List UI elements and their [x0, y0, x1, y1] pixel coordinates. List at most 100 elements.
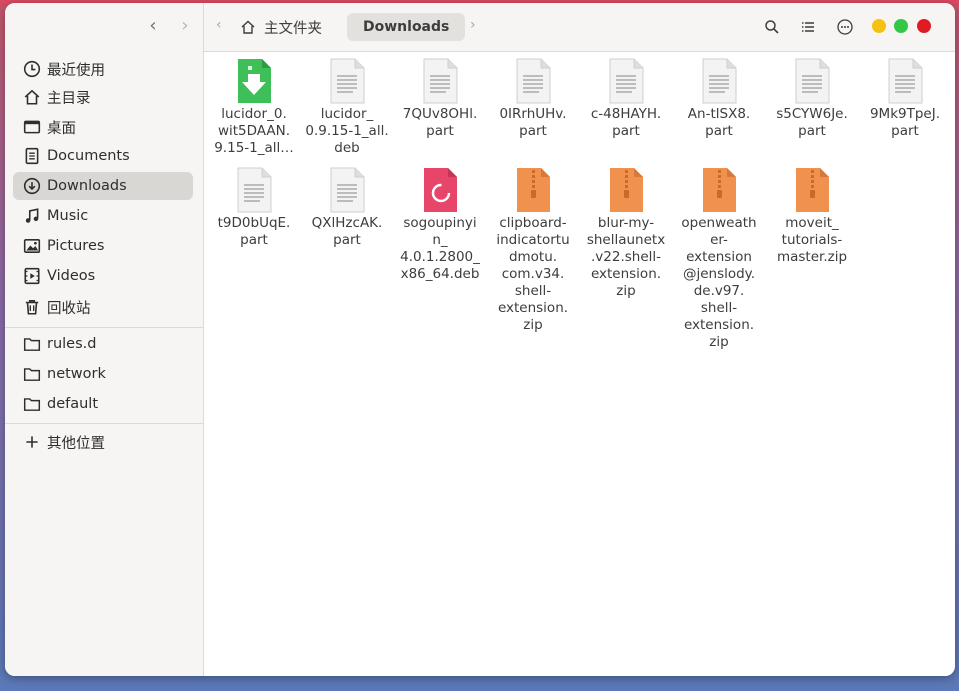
file-text-icon: [511, 56, 555, 104]
sidebar-item-label: Music: [47, 208, 89, 224]
file-zip-icon: [697, 165, 741, 213]
desktop-icon: [21, 117, 43, 137]
sidebar-item-home[interactable]: 主目录: [13, 83, 193, 111]
sidebar-item-videos[interactable]: Videos: [13, 262, 193, 290]
maximize-button[interactable]: [894, 19, 908, 33]
sidebar-item-label: Pictures: [47, 238, 105, 254]
document-icon: [21, 146, 43, 166]
file-item[interactable]: moveit_ tutorials- master.zip: [768, 165, 856, 266]
breadcrumb-home-label: 主文件夹: [264, 20, 322, 37]
file-item[interactable]: QXlHzcAK. part: [303, 165, 391, 249]
file-item[interactable]: 7QUv8OHl. part: [396, 56, 484, 140]
sidebar-divider: [5, 327, 203, 328]
minimize-button[interactable]: [872, 19, 886, 33]
sidebar-item-rules-d[interactable]: rules.d: [13, 330, 193, 358]
sidebar-item-label: 主目录: [47, 90, 91, 107]
sidebar-item-label: Downloads: [47, 178, 127, 194]
file-item[interactable]: clipboard- indicatortu dmotu. com.v34. s…: [489, 165, 577, 334]
view-toggle-button[interactable]: [796, 15, 820, 39]
file-item[interactable]: openweath er- extension @jenslody. de.v9…: [675, 165, 763, 351]
forward-button[interactable]: ›: [175, 15, 195, 37]
search-icon: [765, 20, 779, 34]
sidebar-item-label: 其他位置: [47, 435, 105, 452]
file-name: QXlHzcAK. part: [311, 215, 383, 248]
file-text-icon: [325, 56, 369, 104]
sidebar-header: ‹ ›: [5, 3, 203, 51]
sidebar-item-label: Documents: [47, 148, 130, 164]
file-name: 9Mk9TpeJ. part: [869, 106, 941, 139]
file-name: 7QUv8OHl. part: [402, 106, 478, 139]
list-view-icon: [802, 22, 814, 32]
home-icon: [21, 87, 43, 107]
file-item[interactable]: blur-my- shellaunetx .v22.shell- extensi…: [582, 165, 670, 300]
file-zip-icon: [790, 165, 834, 213]
file-name: 0IRrhUHv. part: [499, 106, 567, 139]
file-name: moveit_ tutorials- master.zip: [776, 215, 848, 265]
file-debian-icon: [418, 165, 462, 213]
file-item[interactable]: t9D0bUqE. part: [210, 165, 298, 249]
home-icon: [241, 20, 255, 34]
file-name: openweath er- extension @jenslody. de.v9…: [681, 215, 757, 350]
file-text-icon: [883, 56, 927, 104]
file-text-icon: [325, 165, 369, 213]
file-text-icon: [790, 56, 834, 104]
sidebar-item-pictures[interactable]: Pictures: [13, 232, 193, 260]
more-options-icon: [837, 19, 853, 35]
file-name: s5CYW6Je. part: [776, 106, 848, 139]
file-name: blur-my- shellaunetx .v22.shell- extensi…: [586, 215, 666, 299]
file-item[interactable]: sogoupinyi n_ 4.0.1.2800_ x86_64.deb: [396, 165, 484, 283]
sidebar-item-recent[interactable]: 最近使用: [13, 55, 193, 83]
trash-icon: [21, 297, 43, 317]
file-item[interactable]: lucidor_ 0.9.15-1_all. deb: [303, 56, 391, 157]
menu-button[interactable]: [833, 15, 857, 39]
file-text-icon: [232, 165, 276, 213]
file-grid: lucidor_0. wit5DAAN. 9.15-1_all… lucidor_…: [204, 52, 955, 676]
file-name: c-48HAYH. part: [590, 106, 662, 139]
file-name: sogoupinyi n_ 4.0.1.2800_ x86_64.deb: [400, 215, 480, 282]
sidebar-item-trash[interactable]: 回收站: [13, 293, 193, 321]
breadcrumb-home[interactable]: 主文件夹: [240, 14, 322, 40]
file-name: lucidor_ 0.9.15-1_all. deb: [305, 106, 389, 156]
close-button[interactable]: [917, 19, 931, 33]
search-button[interactable]: [760, 15, 784, 39]
videos-icon: [21, 266, 43, 286]
file-download-icon: [232, 56, 276, 104]
folder-icon: [21, 394, 43, 414]
plus-icon: [21, 432, 43, 452]
sidebar-item-desktop[interactable]: 桌面: [13, 113, 193, 141]
file-name: clipboard- indicatortu dmotu. com.v34. s…: [496, 215, 570, 333]
file-name: t9D0bUqE. part: [217, 215, 291, 248]
file-item[interactable]: An-tlSX8. part: [675, 56, 763, 140]
file-item[interactable]: 9Mk9TpeJ. part: [861, 56, 949, 140]
file-text-icon: [604, 56, 648, 104]
sidebar-item-label: Videos: [47, 268, 96, 284]
sidebar-item-label: default: [47, 396, 99, 412]
file-name: An-tlSX8. part: [687, 106, 751, 139]
sidebar-item-downloads[interactable]: Downloads: [13, 172, 193, 200]
file-item[interactable]: lucidor_0. wit5DAAN. 9.15-1_all…: [210, 56, 298, 157]
clock-icon: [21, 59, 43, 79]
sidebar-item-network[interactable]: network: [13, 360, 193, 388]
file-text-icon: [418, 56, 462, 104]
music-icon: [21, 206, 43, 226]
file-item[interactable]: s5CYW6Je. part: [768, 56, 856, 140]
path-scroll-right-icon[interactable]: ›: [470, 17, 476, 33]
sidebar: ‹ › 最近使用 主目录 桌面 Documents Downloads Musi…: [5, 3, 204, 676]
breadcrumb-current[interactable]: Downloads: [347, 13, 466, 41]
file-text-icon: [697, 56, 741, 104]
sidebar-item-label: 桌面: [47, 120, 76, 137]
sidebar-item-default[interactable]: default: [13, 390, 193, 418]
back-button[interactable]: ‹: [143, 15, 163, 37]
sidebar-item-music[interactable]: Music: [13, 202, 193, 230]
sidebar-item-documents[interactable]: Documents: [13, 142, 193, 170]
sidebar-item-label: 最近使用: [47, 62, 105, 79]
file-zip-icon: [604, 165, 648, 213]
file-item[interactable]: c-48HAYH. part: [582, 56, 670, 140]
sidebar-item-label: rules.d: [47, 336, 97, 352]
file-zip-icon: [511, 165, 555, 213]
file-item[interactable]: 0IRrhUHv. part: [489, 56, 577, 140]
path-scroll-left-icon[interactable]: ‹: [216, 17, 222, 33]
download-icon: [21, 176, 43, 196]
sidebar-item-other-locations[interactable]: 其他位置: [13, 428, 193, 456]
pictures-icon: [21, 236, 43, 256]
